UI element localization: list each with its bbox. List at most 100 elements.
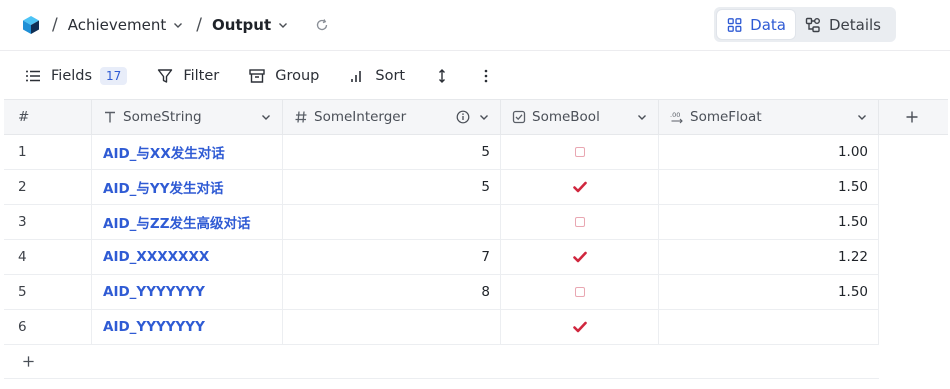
somefloat-cell[interactable]: 1.22 (659, 240, 879, 274)
toolbar: Fields 17 Filter Group Sort (0, 52, 950, 99)
column-index-label: # (18, 109, 30, 125)
chevron-down-icon (279, 23, 288, 28)
column-header-index: # (4, 100, 92, 134)
checkbox-type-icon (512, 110, 526, 124)
column-header-somefloat[interactable]: .00 SomeFloat (659, 100, 879, 134)
somestring-link[interactable]: AID_YYYYYYY (103, 319, 205, 335)
table-row[interactable]: 3 AID_与ZZ发生高级对话 1.50 (4, 205, 879, 240)
somebool-cell[interactable] (501, 310, 659, 344)
row-height-button[interactable] (435, 68, 449, 84)
somestring-cell[interactable]: AID_XXXXXXX (92, 240, 283, 274)
checkmark-icon (573, 181, 587, 193)
column-somebool-label: SomeBool (532, 109, 600, 125)
more-vertical-icon (484, 69, 488, 82)
breadcrumb-table-label: Output (211, 16, 272, 34)
info-icon[interactable] (456, 110, 470, 124)
grid-body: 1 AID_与XX发生对话 5 1.00 2 AID_与YY发生对话 5 1.50 3 AID_与… (4, 135, 879, 345)
add-row-button[interactable] (4, 345, 879, 379)
somestring-link[interactable]: AID_与YY发生对话 (103, 177, 223, 197)
more-button[interactable] (479, 68, 493, 84)
table-row[interactable]: 5 AID_YYYYYYY 8 1.50 (4, 275, 879, 310)
filter-button[interactable]: Filter (157, 68, 219, 84)
checkmark-icon (573, 251, 587, 263)
column-header-somestring[interactable]: SomeString (92, 100, 283, 134)
refresh-icon[interactable] (315, 18, 329, 32)
sort-button[interactable]: Sort (349, 68, 405, 84)
hash-type-icon (295, 111, 307, 123)
decimal-type-icon: .00 (670, 111, 683, 124)
column-somefloat-label: SomeFloat (690, 109, 762, 125)
somestring-link[interactable]: AID_与ZZ发生高级对话 (103, 212, 251, 232)
filter-label: Filter (183, 67, 220, 84)
details-view-button[interactable]: Details (795, 10, 890, 39)
table-row[interactable]: 1 AID_与XX发生对话 5 1.00 (4, 135, 879, 170)
someinterger-cell[interactable] (283, 205, 501, 239)
someinterger-cell[interactable] (283, 310, 501, 344)
somebool-cell[interactable] (501, 135, 659, 169)
table-row[interactable]: 4 AID_XXXXXXX 7 1.22 (4, 240, 879, 275)
row-number: 4 (4, 240, 92, 274)
somefloat-cell[interactable] (659, 310, 879, 344)
someinterger-cell[interactable]: 5 (283, 135, 501, 169)
chevron-down-icon[interactable] (478, 111, 490, 123)
checkbox-unchecked[interactable] (575, 287, 585, 297)
somefloat-cell[interactable]: 1.50 (659, 205, 879, 239)
row-number: 3 (4, 205, 92, 239)
details-view-label: Details (829, 15, 882, 34)
somestring-link[interactable]: AID_与XX发生对话 (103, 142, 225, 162)
view-switch: Data Details (714, 7, 896, 42)
group-button[interactable]: Group (249, 68, 319, 84)
breadcrumb-table[interactable]: Output (212, 16, 289, 34)
somestring-cell[interactable]: AID_与ZZ发生高级对话 (92, 205, 283, 239)
table-row[interactable]: 2 AID_与YY发生对话 5 1.50 (4, 170, 879, 205)
table-row[interactable]: 6 AID_YYYYYYY (4, 310, 879, 345)
checkbox-unchecked[interactable] (575, 217, 585, 227)
column-header-someinterger[interactable]: SomeInterger (283, 100, 501, 134)
add-column-button[interactable] (879, 100, 945, 134)
somestring-link[interactable]: AID_XXXXXXX (103, 249, 209, 265)
checkbox-unchecked[interactable] (575, 147, 585, 157)
nodes-icon (805, 17, 820, 32)
somebool-cell[interactable] (501, 275, 659, 309)
breadcrumb-project-label: Achievement (67, 16, 167, 34)
breadcrumb: / Achievement / Output (22, 13, 329, 37)
data-view-button[interactable]: Data (717, 10, 795, 39)
someinterger-cell[interactable]: 7 (283, 240, 501, 274)
text-type-icon (105, 111, 115, 123)
somestring-cell[interactable]: AID_YYYYYYY (92, 310, 283, 344)
chevron-down-icon[interactable] (856, 111, 868, 123)
somestring-cell[interactable]: AID_与YY发生对话 (92, 170, 283, 204)
list-icon (26, 70, 40, 81)
plus-icon (23, 356, 34, 367)
somestring-link[interactable]: AID_YYYYYYY (103, 284, 205, 300)
somefloat-cell[interactable]: 1.50 (659, 275, 879, 309)
breadcrumb-separator: / (52, 15, 58, 35)
somebool-cell[interactable] (501, 240, 659, 274)
svg-text:.00: .00 (670, 111, 680, 119)
filter-icon (158, 68, 173, 83)
somefloat-cell[interactable]: 1.50 (659, 170, 879, 204)
chevron-down-icon[interactable] (636, 111, 648, 123)
fields-label: Fields (51, 67, 93, 84)
someinterger-cell[interactable]: 5 (283, 170, 501, 204)
somebool-cell[interactable] (501, 205, 659, 239)
breadcrumb-project[interactable]: Achievement (68, 16, 184, 34)
row-number: 2 (4, 170, 92, 204)
header: / Achievement / Output Data Details (0, 0, 950, 51)
cube-icon[interactable] (22, 15, 40, 35)
somefloat-cell[interactable]: 1.00 (659, 135, 879, 169)
fields-button[interactable]: Fields 17 (25, 66, 128, 85)
someinterger-cell[interactable]: 8 (283, 275, 501, 309)
row-number: 5 (4, 275, 92, 309)
column-somestring-label: SomeString (123, 109, 202, 125)
column-header-somebool[interactable]: SomeBool (501, 100, 659, 134)
fields-count-badge: 17 (100, 66, 128, 85)
column-someinterger-label: SomeInterger (314, 109, 407, 125)
bar-chart-icon (351, 70, 362, 82)
archive-icon (249, 68, 265, 83)
somebool-cell[interactable] (501, 170, 659, 204)
arrows-vertical-icon (439, 68, 446, 83)
somestring-cell[interactable]: AID_与XX发生对话 (92, 135, 283, 169)
chevron-down-icon[interactable] (260, 111, 272, 123)
somestring-cell[interactable]: AID_YYYYYYY (92, 275, 283, 309)
